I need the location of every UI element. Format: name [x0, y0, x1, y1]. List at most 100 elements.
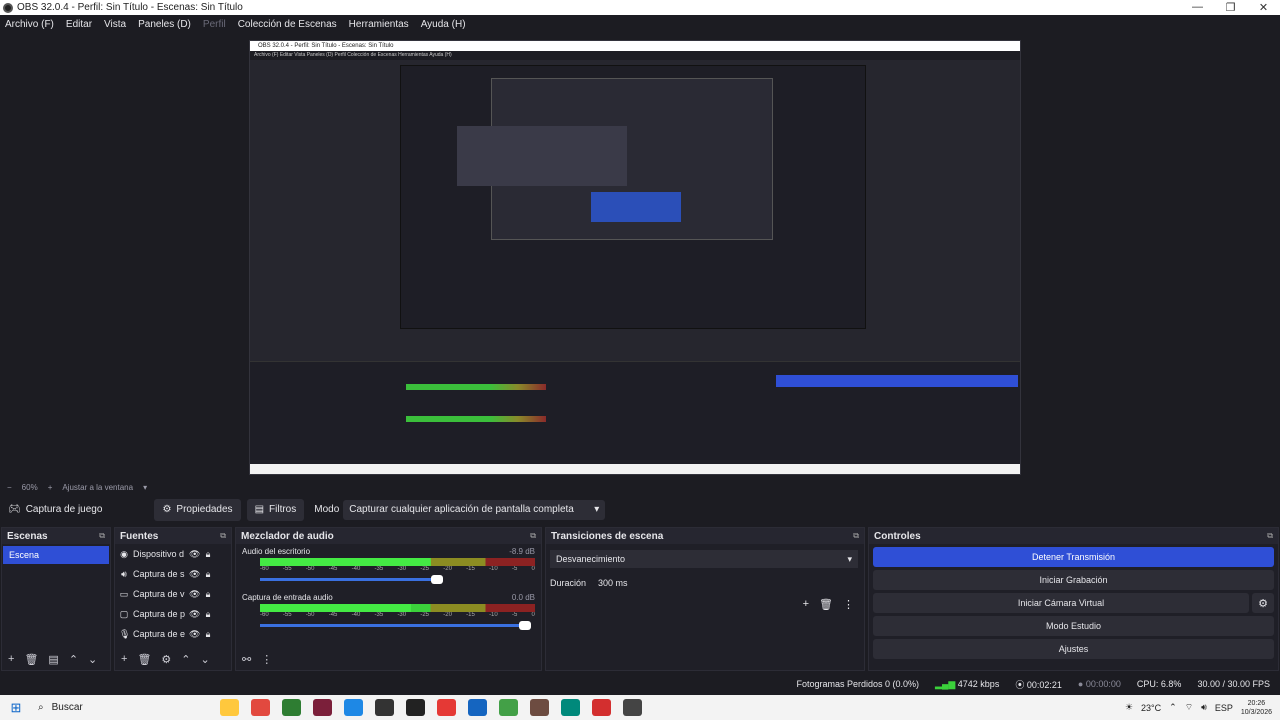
- lock-icon[interactable]: 🔒︎: [203, 549, 213, 560]
- taskbar-clock[interactable]: 20:26 10/3/2026: [1241, 699, 1272, 717]
- stop-stream-button[interactable]: Detener Transmisión: [873, 547, 1274, 567]
- transition-select[interactable]: Desvanecimiento ▾: [550, 550, 858, 568]
- source-item[interactable]: 🔊︎ Captura de s 👁︎ 🔒︎: [115, 564, 231, 584]
- app-icon[interactable]: [561, 699, 580, 716]
- taskbar-search[interactable]: ⌕ Buscar: [32, 697, 214, 718]
- lock-icon[interactable]: 🔒︎: [203, 589, 213, 600]
- menu-ayuda[interactable]: Ayuda (H): [421, 19, 466, 30]
- sources-header: Fuentes ⧉: [115, 528, 231, 544]
- move-down-icon[interactable]: ⌄: [88, 653, 97, 666]
- mixer-header: Mezclador de audio ⧉: [236, 528, 541, 544]
- filters-button[interactable]: ▤ Filtros: [246, 498, 305, 521]
- slider-knob[interactable]: [519, 621, 531, 630]
- volume-slider[interactable]: [260, 621, 531, 630]
- menu-paneles[interactable]: Paneles (D): [138, 19, 191, 30]
- virtual-camera-button[interactable]: Iniciar Cámara Virtual: [873, 593, 1249, 613]
- zoom-in-button[interactable]: +: [48, 483, 53, 492]
- source-item[interactable]: ▢ Captura de p 👁︎ 🔒︎: [115, 604, 231, 624]
- app-icon[interactable]: [499, 699, 518, 716]
- volume-icon[interactable]: 🔊︎: [1201, 702, 1207, 713]
- move-up-icon[interactable]: ⌃: [69, 653, 78, 666]
- program-preview[interactable]: OBS 32.0.4 - Perfil: Sin Título - Escena…: [249, 40, 1021, 475]
- nested-meter-1: [406, 384, 546, 390]
- menu-herramientas[interactable]: Herramientas: [349, 19, 409, 30]
- trash-icon[interactable]: 🗑︎: [137, 653, 151, 666]
- chrome-icon[interactable]: [251, 699, 270, 716]
- gear-icon[interactable]: ⚙: [1252, 593, 1274, 613]
- more-icon[interactable]: ⋮: [261, 653, 272, 666]
- settings-button[interactable]: Ajustes: [873, 639, 1274, 659]
- slider-knob[interactable]: [431, 575, 443, 584]
- undock-icon[interactable]: ⧉: [220, 531, 226, 541]
- move-up-icon[interactable]: ⌃: [181, 653, 190, 666]
- undock-icon[interactable]: ⧉: [530, 531, 536, 541]
- app-icon[interactable]: [530, 699, 549, 716]
- app-icon[interactable]: [592, 699, 611, 716]
- move-down-icon[interactable]: ⌄: [201, 653, 210, 666]
- app-icon[interactable]: [437, 699, 456, 716]
- source-item[interactable]: ▭ Captura de v 👁︎ 🔒︎: [115, 584, 231, 604]
- undock-icon[interactable]: ⧉: [1267, 531, 1273, 541]
- zoom-fit-select[interactable]: Ajustar a la ventana: [62, 483, 133, 492]
- duration-input[interactable]: 300 ms: [594, 574, 857, 592]
- eye-icon[interactable]: 👁︎: [189, 569, 200, 580]
- undock-icon[interactable]: ⧉: [853, 531, 859, 541]
- source-item[interactable]: ◉ Dispositivo d 👁︎ 🔒︎: [115, 544, 231, 564]
- properties-button[interactable]: ⚙ Propiedades: [154, 498, 241, 521]
- meter-tick-label: -60: [260, 612, 269, 618]
- trash-icon[interactable]: 🗑︎: [819, 598, 833, 611]
- source-name: Dispositivo d: [133, 549, 185, 559]
- link-icon[interactable]: ⚯: [242, 653, 251, 666]
- input-language[interactable]: ESP: [1215, 703, 1233, 713]
- meter-tick-label: -5: [511, 566, 518, 572]
- minimize-button[interactable]: —: [1181, 1, 1214, 14]
- eye-icon[interactable]: 👁︎: [189, 609, 200, 620]
- app-icon[interactable]: [344, 699, 363, 716]
- add-icon[interactable]: +: [8, 653, 14, 665]
- menu-vista[interactable]: Vista: [104, 19, 126, 30]
- lock-icon[interactable]: 🔒︎: [203, 569, 213, 580]
- app-icon[interactable]: [282, 699, 301, 716]
- undock-icon[interactable]: ⧉: [99, 531, 105, 541]
- menu-editar[interactable]: Editar: [66, 19, 92, 30]
- start-recording-button[interactable]: Iniciar Grabación: [873, 570, 1274, 590]
- scene-item[interactable]: Escena: [3, 546, 109, 564]
- add-icon[interactable]: +: [121, 653, 127, 665]
- zoom-out-button[interactable]: −: [7, 483, 12, 492]
- chevron-down-icon[interactable]: ▾: [143, 483, 147, 492]
- app-icon[interactable]: [375, 699, 394, 716]
- eye-icon[interactable]: 👁︎: [189, 629, 200, 640]
- chevron-up-icon[interactable]: ⌃: [1169, 702, 1177, 713]
- eye-icon[interactable]: 👁︎: [189, 589, 200, 600]
- menu-archivo[interactable]: Archivo (F): [5, 19, 54, 30]
- weather-icon: ☀: [1124, 702, 1134, 712]
- windows-start-icon[interactable]: ⊞: [0, 700, 32, 716]
- obs-taskbar-icon[interactable]: [623, 699, 642, 716]
- wifi-icon[interactable]: ⌔: [1185, 702, 1193, 713]
- menu-coleccion-escenas[interactable]: Colección de Escenas: [238, 19, 337, 30]
- volume-slider[interactable]: [260, 575, 443, 584]
- meter-tick-label: -55: [282, 612, 292, 618]
- eye-icon[interactable]: 👁︎: [189, 549, 200, 560]
- app-icon[interactable]: [313, 699, 332, 716]
- mode-select[interactable]: Capturar cualquier aplicación de pantall…: [343, 499, 606, 520]
- close-button[interactable]: ✕: [1247, 1, 1280, 14]
- file-explorer-icon[interactable]: [220, 699, 239, 716]
- add-icon[interactable]: +: [803, 598, 809, 611]
- studio-mode-button[interactable]: Modo Estudio: [873, 616, 1274, 636]
- transition-value: Desvanecimiento: [556, 554, 626, 564]
- more-icon[interactable]: ⋮: [843, 598, 854, 611]
- trash-icon[interactable]: 🗑︎: [24, 653, 38, 666]
- app-icon[interactable]: [468, 699, 487, 716]
- app-icon[interactable]: [406, 699, 425, 716]
- source-item[interactable]: 🎙︎ Captura de e 👁︎ 🔒︎: [115, 624, 231, 644]
- menu-perfil[interactable]: Perfil: [203, 19, 226, 30]
- lock-icon[interactable]: 🔒︎: [203, 609, 213, 620]
- maximize-button[interactable]: ❐: [1214, 1, 1247, 14]
- meter-tick-label: -25: [420, 566, 430, 572]
- volume-meter: [260, 558, 535, 566]
- gear-icon[interactable]: ⚙: [161, 653, 171, 666]
- filter-icon[interactable]: ▤: [48, 653, 58, 666]
- mixer-track: Captura de entrada audio 0.0 dB -60 -55 -5…: [236, 590, 541, 630]
- lock-icon[interactable]: 🔒︎: [203, 629, 213, 640]
